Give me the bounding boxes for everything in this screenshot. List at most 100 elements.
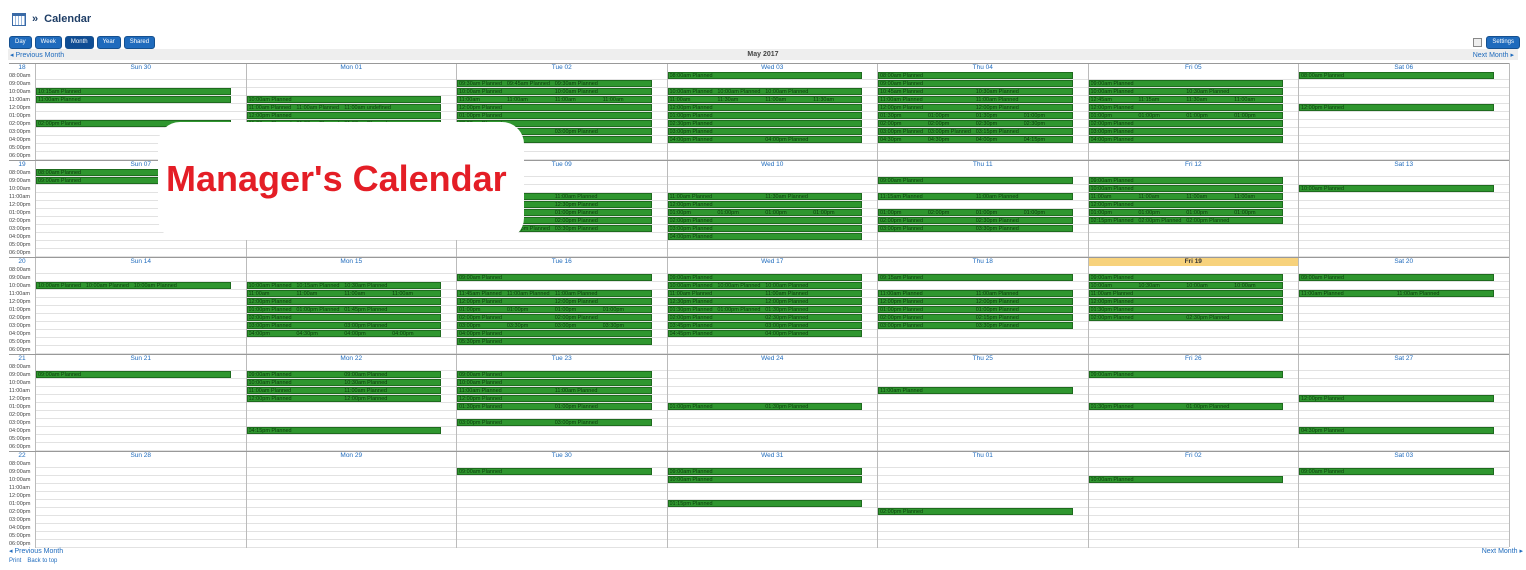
day-cell[interactable]: 10:00am Planned 10:00am Planned 10:00am Pl… bbox=[35, 266, 246, 354]
calendar-event[interactable]: 11:00am Planned 11:30am Planned bbox=[667, 193, 862, 200]
calendar-event[interactable]: 12:00pm Planned bbox=[1088, 298, 1283, 305]
week-number[interactable]: 22 bbox=[9, 452, 35, 460]
calendar-event[interactable]: 01:00pm Planned 01:30pm Planned bbox=[667, 403, 862, 410]
week-number[interactable]: 20 bbox=[9, 258, 35, 266]
day-header[interactable]: Mon 22 bbox=[245, 355, 457, 363]
day-header[interactable]: Mon 29 bbox=[245, 452, 457, 460]
calendar-event[interactable]: 02:00pm Planned bbox=[246, 314, 441, 321]
print-link[interactable]: Print bbox=[9, 558, 21, 564]
day-cell[interactable]: 01:00pm Planned 01:30pm Planned bbox=[666, 363, 877, 451]
calendar-event[interactable]: 03:00pm Planned 03:30pm Planned bbox=[878, 322, 1073, 329]
calendar-event[interactable]: 09:00am Planned bbox=[667, 468, 862, 475]
calendar-event[interactable]: 12:00pm Planned bbox=[1299, 104, 1494, 111]
calendar-event[interactable]: 03:45pm Planned 03:00pm Planned bbox=[667, 322, 862, 329]
day-header[interactable]: Thu 01 bbox=[877, 452, 1088, 460]
calendar-event[interactable]: 10:00am Planned bbox=[1299, 185, 1494, 192]
calendar-event[interactable]: 09:00am Planned bbox=[878, 80, 1073, 87]
day-cell[interactable]: 09:15am Planned 11:00am Planned 11:00am Pl… bbox=[877, 266, 1088, 354]
calendar-event[interactable]: 09:00am Planned bbox=[1088, 177, 1283, 184]
calendar-event[interactable]: 10:00am Planned bbox=[457, 379, 652, 386]
calendar-event[interactable]: 01:00pm 01:00pm 01:00pm 01:00pm bbox=[1088, 209, 1283, 216]
calendar-event[interactable]: 11:00am Planned 11:00am Planned bbox=[1299, 290, 1494, 297]
calendar-event[interactable]: 11:00am 11:00am 11:00am 11:00am bbox=[246, 290, 441, 297]
calendar-event[interactable]: 03:00pm Planned 03:00pm Planned bbox=[457, 419, 652, 426]
calendar-event[interactable]: 11:00am Planned 11:00am Planned 11:00am un… bbox=[246, 104, 441, 111]
calendar-event[interactable]: 04:00pm Planned bbox=[457, 330, 652, 337]
day-cell[interactable]: 09:00am Planned 09:00am Planned 10:00am Pl… bbox=[245, 363, 456, 451]
calendar-event[interactable]: 09:00am Planned bbox=[457, 371, 652, 378]
day-header[interactable]: Sat 13 bbox=[1298, 161, 1509, 169]
calendar-event[interactable]: 09:00am Planned bbox=[1299, 274, 1494, 281]
calendar-event[interactable]: 11:00am Planned 11:00am Planned bbox=[457, 387, 652, 394]
day-header[interactable]: Wed 17 bbox=[666, 258, 878, 266]
day-header[interactable]: Thu 18 bbox=[877, 258, 1088, 266]
calendar-event[interactable]: 03:00pm 03:30pm 03:00pm 03:30pm bbox=[457, 322, 652, 329]
day-cell[interactable]: 09:00am Planned bbox=[1298, 460, 1509, 548]
calendar-event[interactable]: 01:30pm Planned 01:00pm Planned 01:30pm Pl… bbox=[667, 306, 862, 313]
calendar-event[interactable]: 10:00am Planned 10:00am Planned 10:00am Pl… bbox=[667, 282, 862, 289]
calendar-event[interactable]: 04:15pm Planned bbox=[246, 427, 441, 434]
calendar-event[interactable]: 12:00pm Planned 12:00pm Planned bbox=[457, 298, 652, 305]
week-number[interactable]: 21 bbox=[9, 355, 35, 363]
calendar-event[interactable]: 04:00pm Planned bbox=[1088, 136, 1283, 143]
calendar-event[interactable]: 12:00pm Planned bbox=[1299, 395, 1494, 402]
day-cell[interactable]: 09:00am Planned 10:00am Planned 10:30am Pl… bbox=[1087, 72, 1298, 160]
day-cell[interactable] bbox=[35, 460, 246, 548]
calendar-event[interactable]: 11:00am Planned bbox=[1088, 290, 1283, 297]
day-header[interactable]: Thu 25 bbox=[877, 355, 1088, 363]
month-view-button[interactable]: Month bbox=[64, 36, 94, 49]
page-title[interactable]: Calendar bbox=[44, 13, 91, 25]
day-cell[interactable]: 09:00am Planned 11:45am Planned 11:00am Pl… bbox=[456, 266, 667, 354]
day-header[interactable]: Wed 24 bbox=[666, 355, 878, 363]
calendar-event[interactable]: 09:15am Planned bbox=[878, 274, 1073, 281]
day-header[interactable]: Tue 23 bbox=[456, 355, 667, 363]
day-cell[interactable]: 08:00am Planned 09:00am Planned 10:45am Pl… bbox=[877, 72, 1088, 160]
calendar-event[interactable]: 10:00am Planned 10:00am Planned bbox=[457, 88, 652, 95]
calendar-event[interactable]: 12:00pm Planned bbox=[246, 298, 441, 305]
calendar-event[interactable]: 11:00am Planned bbox=[878, 387, 1073, 394]
calendar-event[interactable]: 04:00pm Planned bbox=[667, 233, 862, 240]
day-cell[interactable]: 09:00am Planned 10:00am Planned 11:00am Pl… bbox=[456, 363, 667, 451]
calendar-event[interactable]: 10:00am Planned 10:00am Planned 10:00am Pl… bbox=[667, 88, 862, 95]
mini-calendar-icon[interactable] bbox=[1473, 38, 1483, 47]
calendar-event[interactable]: 01:00pm 02:00pm 01:00pm 01:00pm bbox=[878, 209, 1073, 216]
day-header[interactable]: Mon 15 bbox=[245, 258, 457, 266]
year-view-button[interactable]: Year bbox=[96, 36, 121, 49]
next-month-link-bottom[interactable]: Next Month ▸ bbox=[1482, 547, 1523, 555]
day-header[interactable]: Sun 21 bbox=[35, 355, 246, 363]
calendar-event[interactable]: 10:00am Planned bbox=[1088, 476, 1283, 483]
day-cell[interactable]: 08:00am Planned 10:00am Planned 10:00am Pl… bbox=[666, 72, 877, 160]
day-header[interactable]: Wed 03 bbox=[666, 64, 878, 72]
calendar-event[interactable]: 01:00pm 01:00pm 01:00pm 01:00pm bbox=[1088, 112, 1283, 119]
calendar-event[interactable]: 12:00pm Planned bbox=[457, 104, 652, 111]
calendar-event[interactable]: 02:00pm Planned bbox=[667, 217, 862, 224]
calendar-event[interactable]: 11:00am Planned 11:00am Planned bbox=[246, 387, 441, 394]
calendar-event[interactable]: 09:00am Planned bbox=[878, 177, 1073, 184]
calendar-event[interactable]: 10:00am Planned 10:30am Planned bbox=[1088, 88, 1283, 95]
day-cell[interactable]: 11:00am Planned bbox=[877, 363, 1088, 451]
calendar-event[interactable]: 01:15pm Planned bbox=[667, 500, 862, 507]
calendar-event[interactable]: 10:00am Planned 10:15am Planned 10:30am Pl… bbox=[246, 282, 441, 289]
calendar-event[interactable]: 12:00pm Planned bbox=[667, 201, 862, 208]
calendar-event[interactable]: 02:30pm Planned bbox=[667, 120, 862, 127]
calendar-event[interactable]: 03:00pm Planned bbox=[667, 225, 862, 232]
day-cell[interactable]: 08:00am Planned 12:00pm Planned bbox=[1298, 72, 1509, 160]
calendar-event[interactable]: 02:00pm Planned 02:30pm Planned bbox=[1088, 314, 1283, 321]
day-header[interactable]: Mon 01 bbox=[245, 64, 457, 72]
calendar-event[interactable]: 09:00am Planned bbox=[1299, 468, 1494, 475]
calendar-event[interactable]: 03:00pm Planned bbox=[1088, 128, 1283, 135]
calendar-event[interactable]: 09:30am Planned 09:45am Planned 09:30am Pl… bbox=[457, 80, 652, 87]
day-header[interactable]: Tue 02 bbox=[456, 64, 667, 72]
calendar-event[interactable]: 12:00pm Planned bbox=[246, 112, 441, 119]
calendar-event[interactable]: 02:00pm Planned 02:30pm Planned bbox=[878, 217, 1073, 224]
calendar-event[interactable]: 09:00am Planned bbox=[36, 371, 231, 378]
calendar-event[interactable]: 10:00am Planned bbox=[246, 96, 441, 103]
day-header[interactable]: Sat 20 bbox=[1298, 258, 1509, 266]
calendar-event[interactable]: 01:00pm Planned bbox=[457, 112, 652, 119]
day-cell[interactable] bbox=[245, 460, 456, 548]
calendar-event[interactable]: 01:30pm 01:00pm 01:30pm 01:00pm bbox=[878, 112, 1073, 119]
calendar-event[interactable]: 03:00pm Planned 03:00pm Planned bbox=[246, 322, 441, 329]
calendar-event[interactable]: 05:30pm Planned bbox=[457, 338, 652, 345]
calendar-event[interactable]: 11:00am Planned bbox=[36, 96, 231, 103]
calendar-event[interactable]: 03:00pm Planned 03:30pm Planned bbox=[878, 225, 1073, 232]
